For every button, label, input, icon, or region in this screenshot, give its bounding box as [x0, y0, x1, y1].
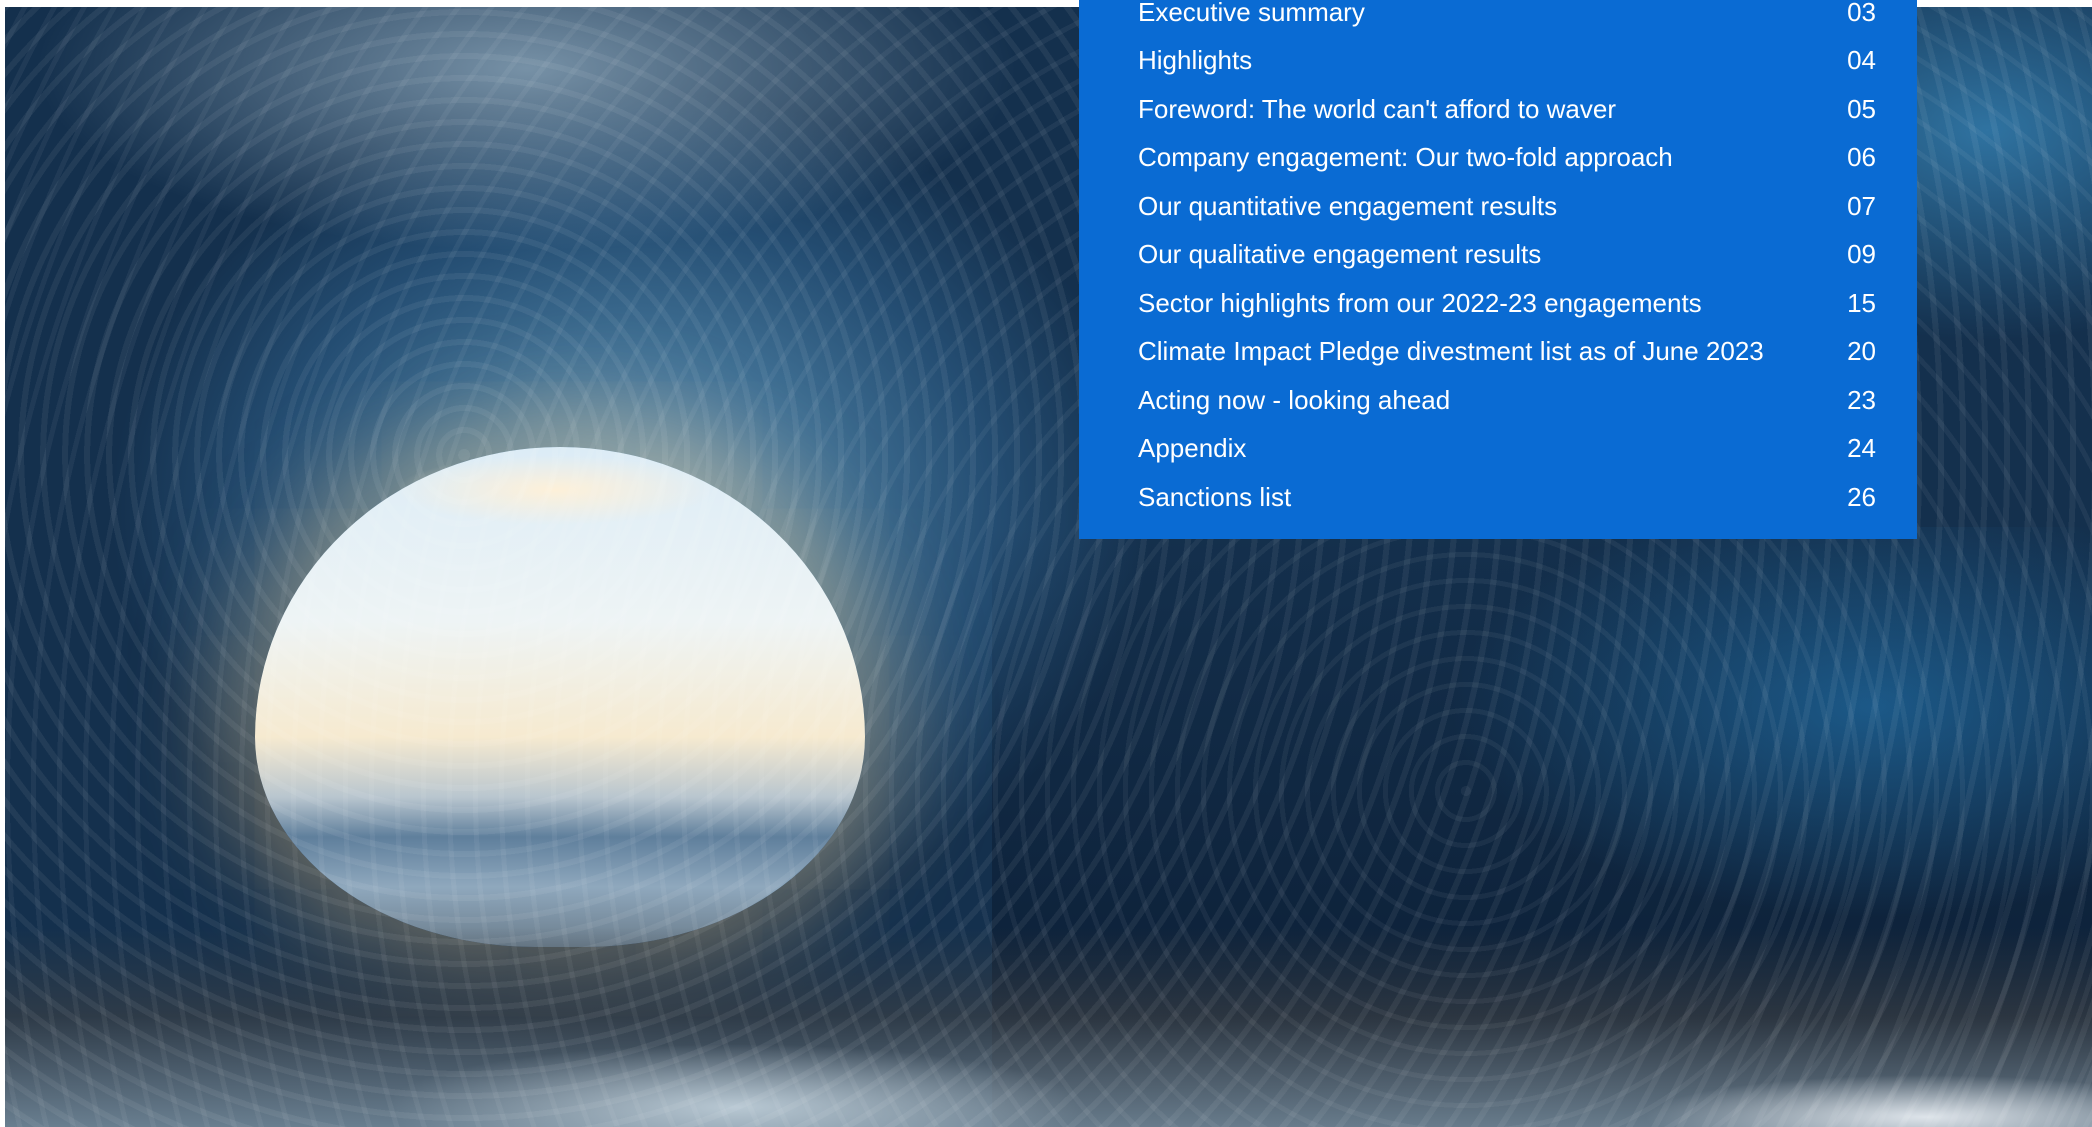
toc-item-appendix[interactable]: Appendix 24 — [1138, 425, 1876, 474]
report-page: Executive summary 03 Highlights 04 Forew… — [0, 0, 2092, 1127]
toc-item-page-number: 09 — [1847, 239, 1876, 270]
toc-item-title: Executive summary — [1138, 0, 1365, 27]
toc-item-title: Acting now - looking ahead — [1138, 384, 1451, 415]
toc-item-acting-now[interactable]: Acting now - looking ahead 23 — [1138, 376, 1876, 425]
toc-item-title: Sector highlights from our 2022-23 engag… — [1138, 287, 1702, 318]
toc-item-title: Company engagement: Our two-fold approac… — [1138, 142, 1673, 173]
toc-item-title: Our qualitative engagement results — [1138, 239, 1542, 270]
toc-item-title: Foreword: The world can't afford to wave… — [1138, 93, 1617, 124]
toc-item-page-number: 26 — [1847, 481, 1876, 512]
toc-item-page-number: 04 — [1847, 45, 1876, 76]
toc-item-page-number: 15 — [1847, 287, 1876, 318]
toc-item-sanctions-list[interactable]: Sanctions list 26 — [1138, 473, 1876, 522]
toc-item-executive-summary[interactable]: Executive summary 03 — [1138, 0, 1876, 37]
toc-item-company-engagement[interactable]: Company engagement: Our two-fold approac… — [1138, 134, 1876, 183]
toc-item-page-number: 06 — [1847, 142, 1876, 173]
contents-panel: Executive summary 03 Highlights 04 Forew… — [1079, 0, 1917, 539]
toc-item-page-number: 03 — [1847, 0, 1876, 27]
toc-item-quantitative-results[interactable]: Our quantitative engagement results 07 — [1138, 182, 1876, 231]
toc-item-title: Highlights — [1138, 45, 1253, 76]
toc-item-sector-highlights[interactable]: Sector highlights from our 2022-23 engag… — [1138, 279, 1876, 328]
toc-item-page-number: 07 — [1847, 190, 1876, 221]
contents-list: Executive summary 03 Highlights 04 Forew… — [1138, 0, 1876, 522]
toc-item-title: Climate Impact Pledge divestment list as… — [1138, 336, 1764, 367]
toc-item-foreword[interactable]: Foreword: The world can't afford to wave… — [1138, 85, 1876, 134]
toc-item-qualitative-results[interactable]: Our qualitative engagement results 09 — [1138, 231, 1876, 280]
toc-item-page-number: 24 — [1847, 433, 1876, 464]
toc-item-divestment-list[interactable]: Climate Impact Pledge divestment list as… — [1138, 328, 1876, 377]
toc-item-page-number: 05 — [1847, 93, 1876, 124]
toc-item-title: Our quantitative engagement results — [1138, 190, 1558, 221]
toc-item-page-number: 23 — [1847, 384, 1876, 415]
toc-item-page-number: 20 — [1847, 336, 1876, 367]
toc-item-title: Sanctions list — [1138, 481, 1292, 512]
toc-item-title: Appendix — [1138, 433, 1247, 464]
toc-item-highlights[interactable]: Highlights 04 — [1138, 37, 1876, 86]
